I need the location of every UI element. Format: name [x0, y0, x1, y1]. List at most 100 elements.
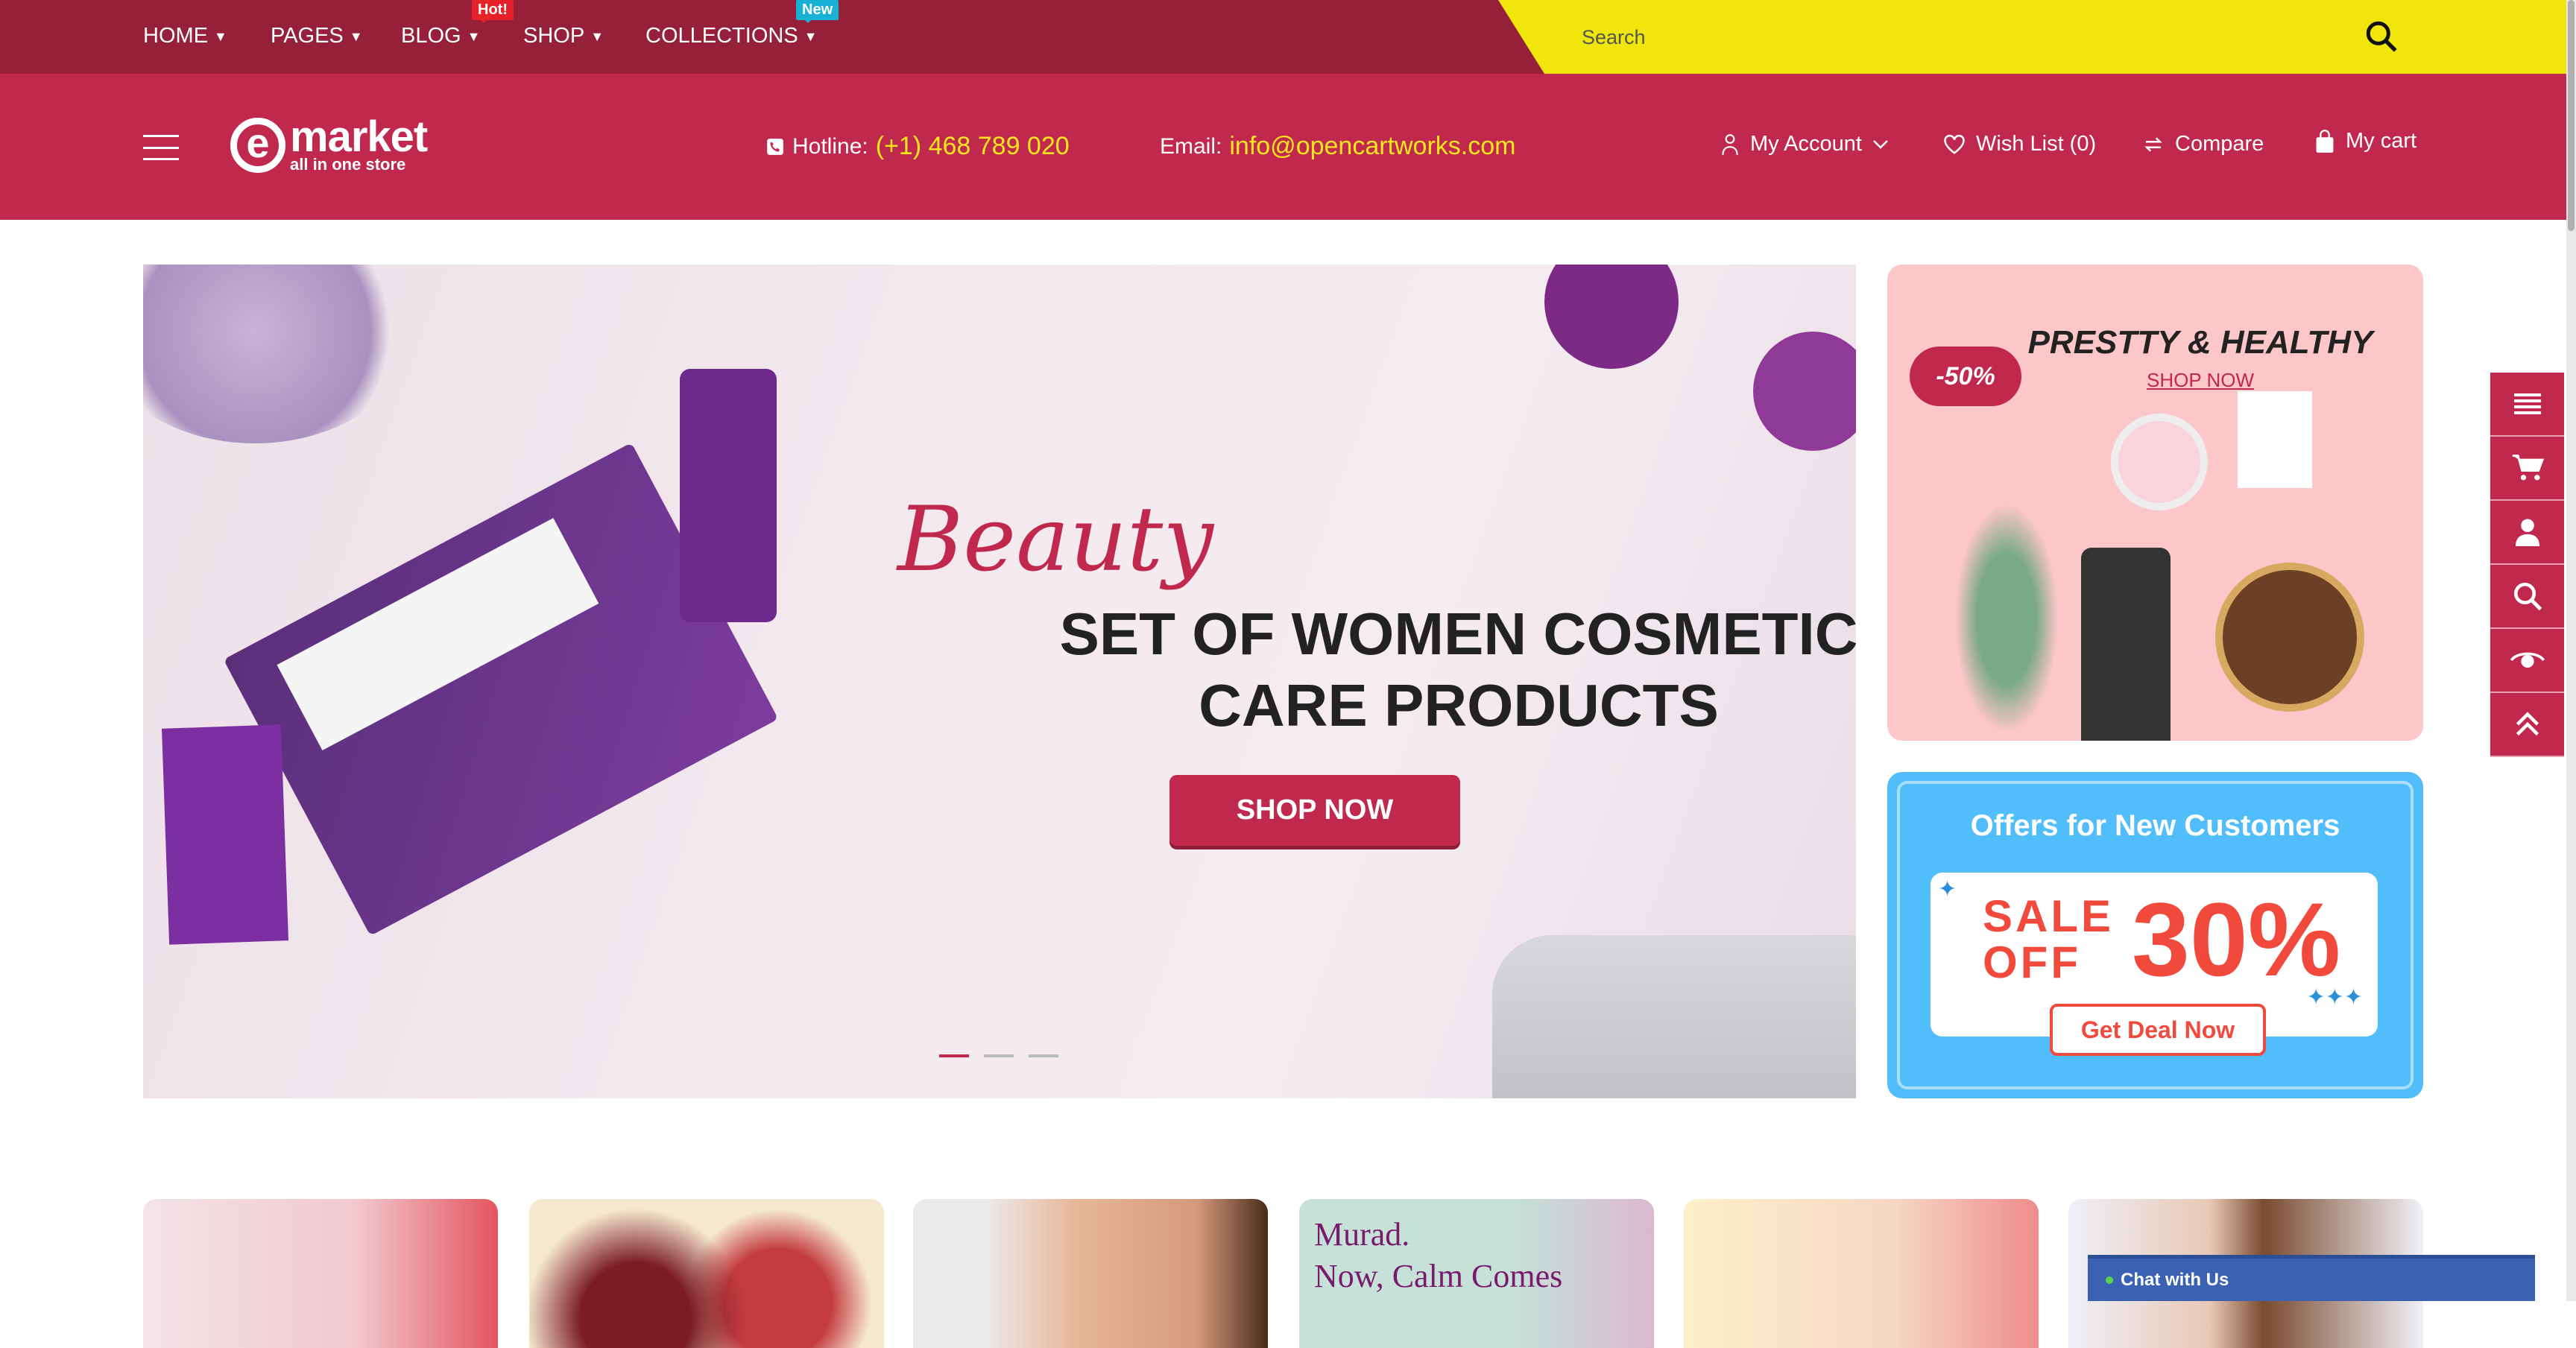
my-account-link[interactable]: My Account: [1720, 132, 1889, 156]
hero-image-flowers: [143, 265, 411, 443]
category-tile[interactable]: [913, 1199, 1268, 1348]
nav-label: HOME: [143, 24, 208, 48]
category-tile[interactable]: [529, 1199, 884, 1348]
logo-text: market: [290, 113, 428, 161]
phone-icon: [767, 138, 783, 155]
email: Email: info@opencartworks.com: [1160, 132, 1515, 161]
category-tile[interactable]: Murad. Now, Calm Comes: [1299, 1199, 1654, 1348]
search-icon: [2513, 582, 2542, 611]
top-nav-bar: HOME ▼ PAGES ▼ BLOG ▼ Hot! SHOP ▼ COLLECTION…: [0, 0, 2566, 74]
banner-image-leaf: [1954, 503, 2059, 734]
tile-text: Murad. Now, Calm Comes: [1314, 1216, 1563, 1294]
search-input[interactable]: [1582, 22, 2327, 52]
hero-image-pouch: [1492, 935, 1856, 1098]
discount-badge: -50%: [1910, 347, 2021, 406]
new-customer-offer-banner[interactable]: Offers for New Customers ✦ SALE OFF 30% ✦…: [1887, 772, 2423, 1098]
wish-list-label: Wish List (0): [1976, 132, 2097, 156]
chat-widget[interactable]: Chat with Us: [2088, 1255, 2535, 1301]
nav-label: COLLECTIONS: [645, 24, 798, 48]
scroll-top-icon: [2516, 712, 2539, 736]
new-badge: New: [796, 0, 839, 23]
hotline-number[interactable]: (+1) 468 789 020: [876, 132, 1070, 161]
category-tile[interactable]: [143, 1199, 498, 1348]
heart-icon: [1944, 134, 1965, 154]
side-toolbar: [2490, 373, 2564, 757]
chat-label: Chat with Us: [2121, 1269, 2229, 1290]
category-tile[interactable]: [1684, 1199, 2039, 1348]
slider-dot[interactable]: [939, 1054, 969, 1057]
nav-pages[interactable]: PAGES ▼: [271, 24, 363, 48]
nav-label: SHOP: [523, 24, 585, 48]
menu-button[interactable]: [2490, 373, 2564, 437]
search-icon: [2366, 21, 2397, 52]
nav-blog[interactable]: BLOG ▼: [401, 24, 480, 48]
scrollbar-thumb[interactable]: [2568, 0, 2575, 231]
banner-image-phone: [2081, 548, 2171, 741]
my-cart-link[interactable]: My cart: [2314, 129, 2416, 154]
wish-list-link[interactable]: Wish List (0): [1943, 132, 2096, 156]
slider-dots: [939, 1054, 1058, 1057]
hotline: Hotline: (+1) 468 789 020: [765, 132, 1070, 161]
nav-label: PAGES: [271, 24, 344, 48]
scroll-top-button[interactable]: [2490, 693, 2564, 757]
account-button[interactable]: [2490, 501, 2564, 565]
logo-e-icon: e: [230, 118, 285, 173]
hotline-label: Hotline:: [792, 133, 868, 159]
online-status-icon: [2106, 1276, 2113, 1284]
my-account-label: My Account: [1750, 132, 1862, 156]
hero-slider[interactable]: Beauty SET OF WOMEN COSMETIC CARE PRODUC…: [143, 265, 1856, 1098]
banner-title: PRESTTY & HEALTHY: [2027, 324, 2373, 361]
search-button[interactable]: [2490, 565, 2564, 629]
pretty-healthy-banner[interactable]: -50% PRESTTY & HEALTHY SHOP NOW: [1887, 265, 2423, 741]
cart-button[interactable]: [2490, 437, 2564, 501]
compare-icon: [2144, 136, 2162, 152]
hero-image-jar: [1753, 332, 1856, 451]
offer-coupon: ✦ SALE OFF 30% ✦✦✦ Get Deal Now: [1931, 873, 2378, 1056]
hero-title-line2: CARE PRODUCTS: [1199, 672, 1719, 738]
hero-title-line1: SET OF WOMEN COSMETIC: [1059, 601, 1856, 667]
compare-label: Compare: [2175, 132, 2264, 156]
search-button[interactable]: [2363, 18, 2400, 55]
nav-collections[interactable]: COLLECTIONS ▼: [645, 24, 818, 48]
eye-icon: [2510, 652, 2545, 668]
hero-image-jar: [1544, 265, 1679, 369]
chevron-down-icon: [1873, 139, 1888, 149]
email-label: Email:: [1160, 133, 1222, 159]
banner-image-palette: [2238, 391, 2312, 488]
hero-script-text: Beauty: [897, 488, 1214, 592]
logo[interactable]: e market all in one store: [230, 113, 428, 175]
recently-viewed-button[interactable]: [2490, 629, 2564, 693]
hero-shop-now-button[interactable]: SHOP NOW: [1169, 775, 1460, 846]
banner-image-coffee: [2215, 563, 2364, 712]
user-icon: [1722, 133, 1738, 155]
hero-image-box: [161, 724, 289, 945]
caret-down-icon: ▼: [590, 28, 604, 44]
search-bar: [1498, 0, 2566, 74]
email-link[interactable]: info@opencartworks.com: [1229, 132, 1515, 161]
nav-home[interactable]: HOME ▼: [143, 24, 227, 48]
main-header: e market all in one store Hotline: (+1) …: [0, 74, 2566, 220]
sparkle-icon: ✦✦✦: [2306, 985, 2363, 1010]
offer-title: Offers for New Customers: [1970, 809, 2340, 842]
menu-icon: [2513, 393, 2541, 414]
caret-down-icon: ▼: [804, 28, 818, 44]
shopping-bag-icon: [2316, 129, 2334, 153]
sale-off-text: SALE OFF: [1983, 891, 2115, 987]
slider-dot[interactable]: [984, 1054, 1014, 1057]
get-deal-button[interactable]: Get Deal Now: [2050, 1004, 2266, 1056]
hamburger-menu-icon[interactable]: [143, 135, 179, 160]
sparkle-icon: ✦: [1938, 877, 1957, 902]
hot-badge: Hot!: [472, 0, 514, 23]
user-icon: [2515, 519, 2539, 546]
caret-down-icon: ▼: [349, 28, 363, 44]
nav-shop[interactable]: SHOP ▼: [523, 24, 604, 48]
caret-down-icon: ▼: [214, 28, 227, 44]
compare-link[interactable]: Compare: [2142, 132, 2264, 156]
caret-down-icon: ▼: [467, 28, 481, 44]
offer-percent: 30%: [2132, 881, 2341, 998]
banner-shop-now-link[interactable]: SHOP NOW: [2014, 369, 2387, 392]
nav-label: BLOG: [401, 24, 461, 48]
slider-dot[interactable]: [1029, 1054, 1058, 1057]
banner-image-cream: [2111, 414, 2208, 510]
my-cart-label: My cart: [2346, 129, 2417, 153]
